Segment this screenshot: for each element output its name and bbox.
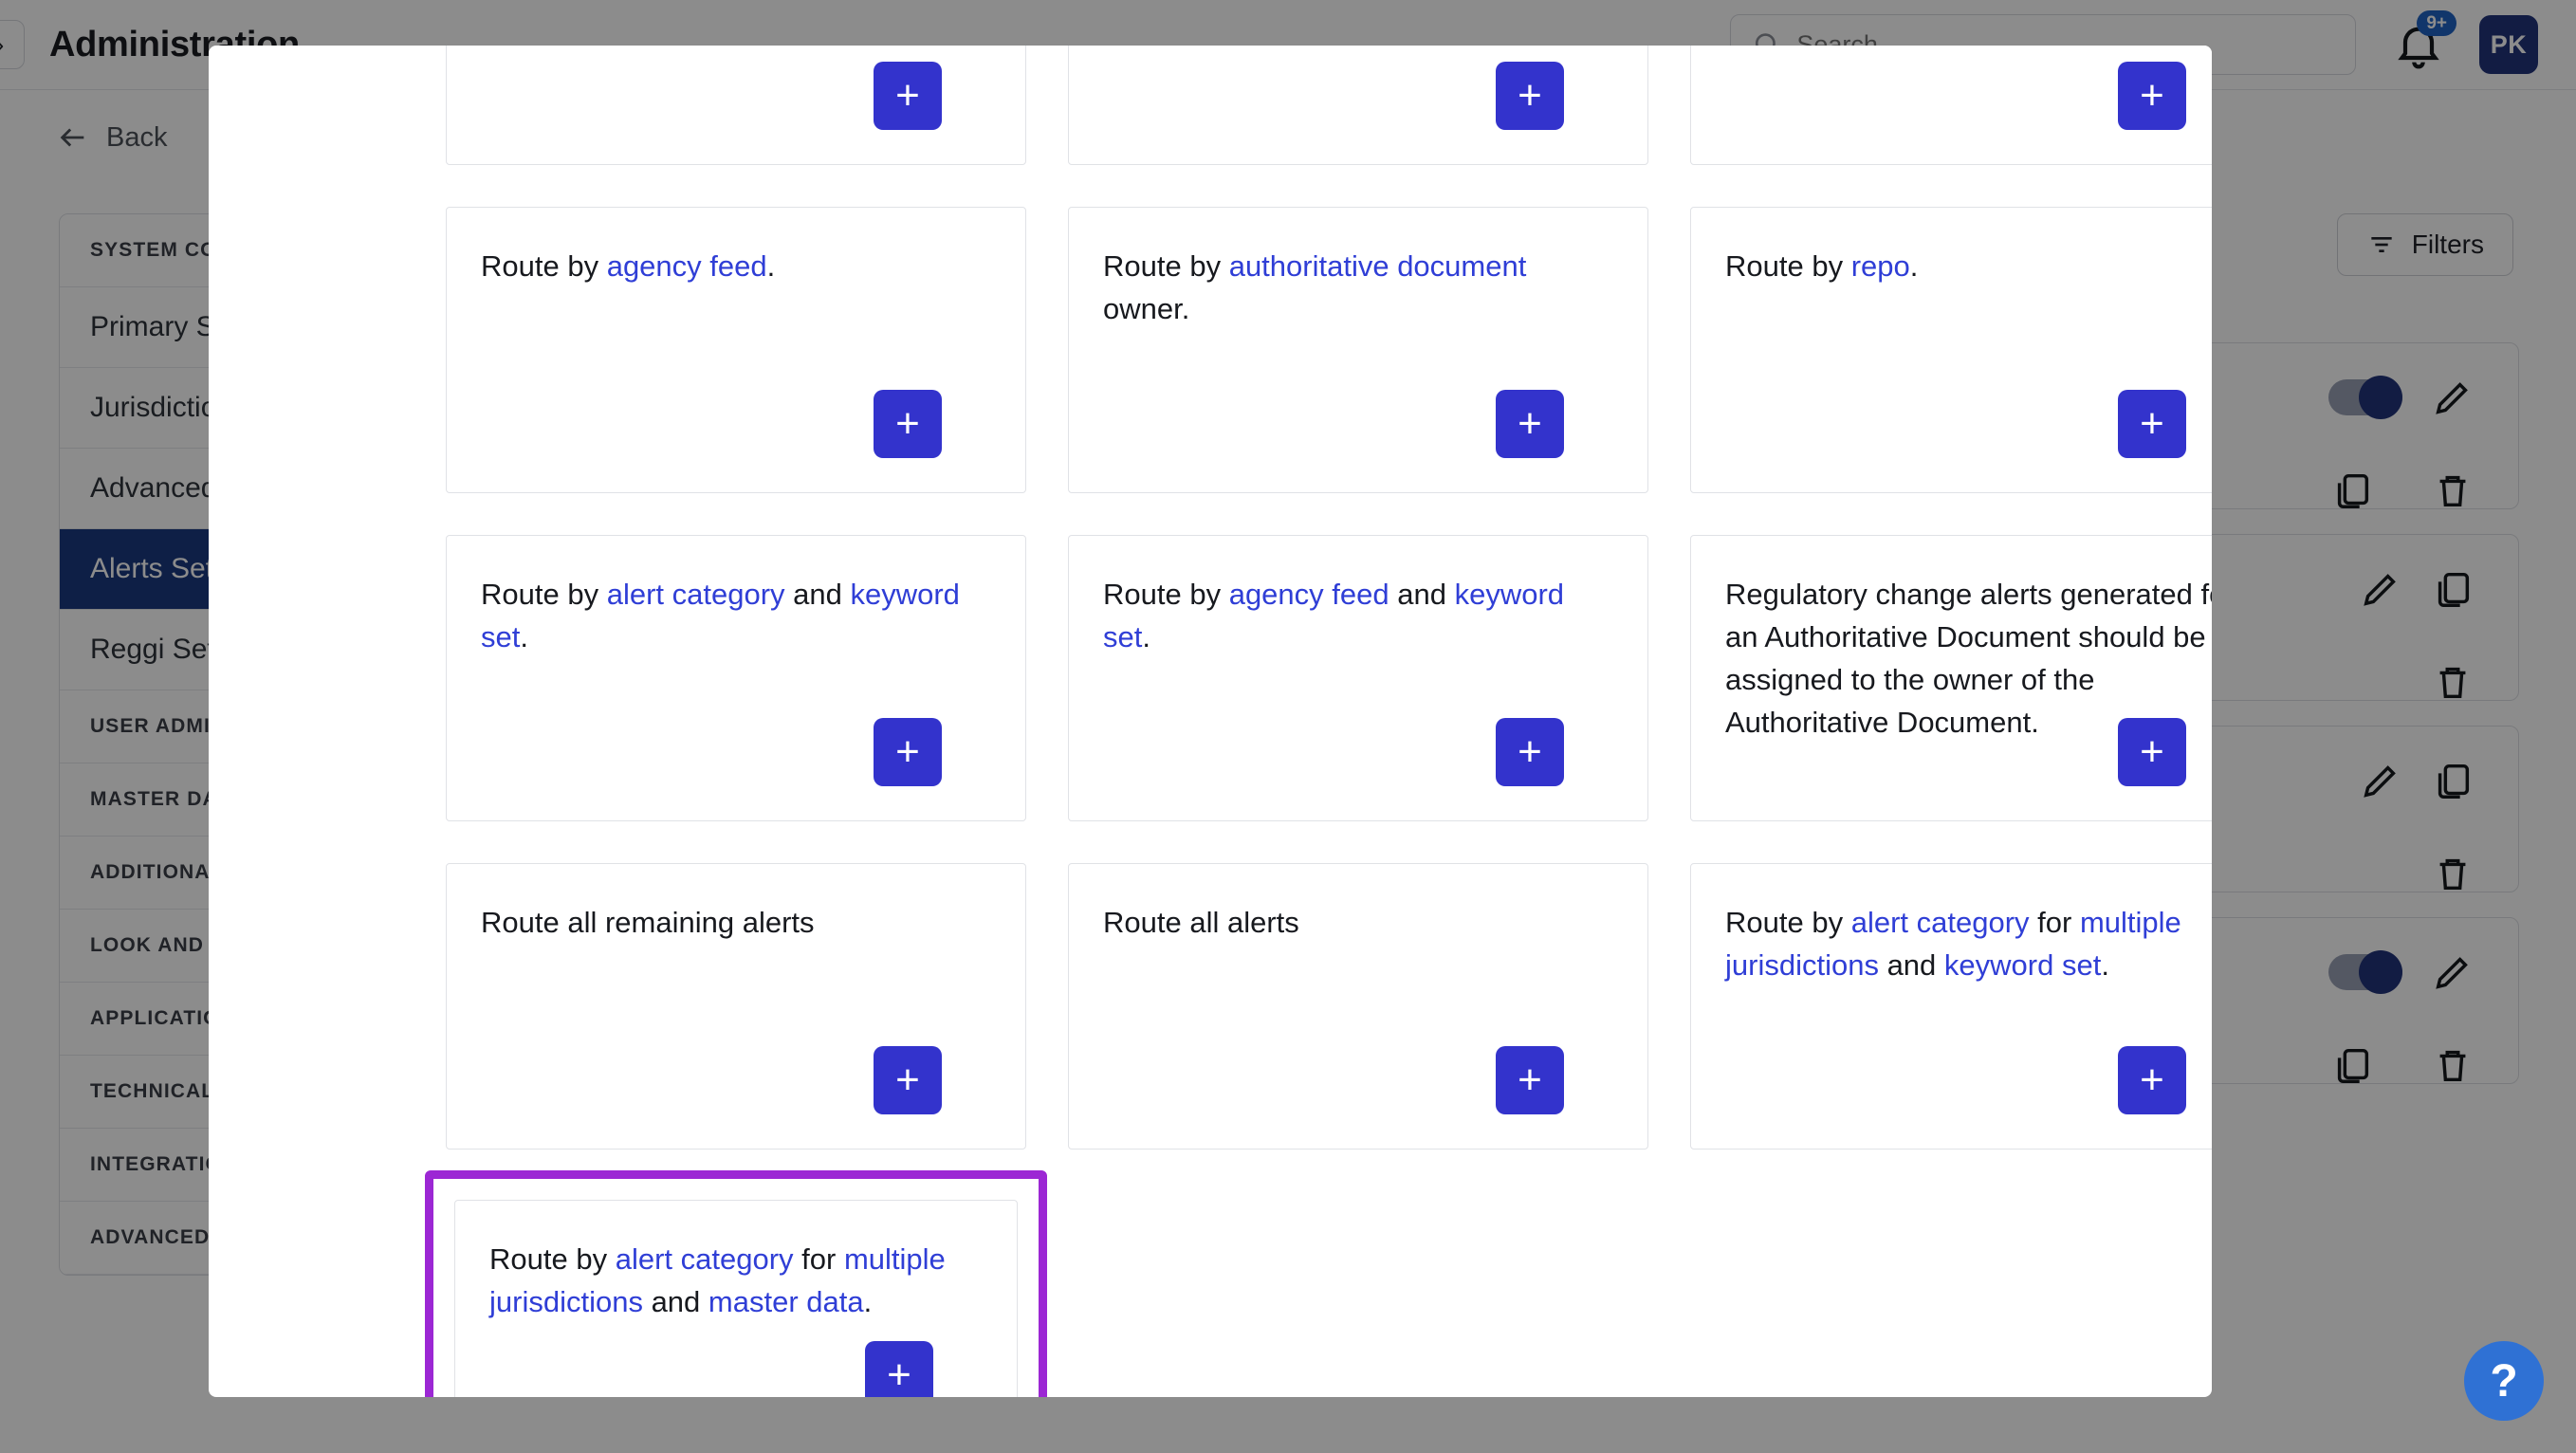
- add-rule-template-button[interactable]: +: [865, 1341, 933, 1397]
- rule-template-text: .: [1142, 619, 1150, 653]
- rule-template-token[interactable]: authoritative document: [1229, 249, 1527, 283]
- rule-template-description: Route by agency feed.: [481, 246, 991, 288]
- rule-template-description: Route by agency feed and keyword set.: [1103, 574, 1613, 659]
- rule-template-description: Route by alert category and keyword set.: [481, 574, 991, 659]
- rule-template-text: and: [784, 578, 851, 611]
- add-rule-template-button[interactable]: +: [2118, 62, 2186, 130]
- rule-template-grid: + + + Route by agency feed. + Route by author…: [425, 46, 2212, 1397]
- rule-template-card[interactable]: Route all alerts +: [1068, 863, 1648, 1150]
- rule-template-text: Route by: [1725, 249, 1851, 283]
- rule-template-card[interactable]: Route by agency feed and keyword set. +: [1068, 535, 1648, 821]
- rule-template-text: and: [1878, 947, 1944, 982]
- rule-template-card[interactable]: Route by repo. +: [1690, 207, 2212, 493]
- rule-template-text: Route by: [1103, 249, 1229, 283]
- add-rule-template-button[interactable]: +: [874, 1046, 942, 1114]
- rule-template-description: Route by authoritative document owner.: [1103, 246, 1613, 331]
- rule-template-text: .: [766, 249, 776, 283]
- rule-template-description: Route all remaining alerts: [481, 902, 991, 945]
- rule-template-token[interactable]: keyword set: [1944, 948, 2101, 982]
- rule-template-picker-dialog: + + + Route by agency feed. + Route by author…: [209, 46, 2212, 1397]
- rule-template-text: Route all remaining alerts: [481, 906, 815, 939]
- rule-template-text: Route by: [481, 578, 607, 611]
- rule-template-text: .: [520, 619, 528, 653]
- rule-template-text: Regulatory change alerts generated for a…: [1725, 578, 2212, 739]
- rule-template-text: Route by: [489, 1242, 616, 1276]
- add-rule-template-button[interactable]: +: [874, 718, 942, 786]
- rule-template-grid-wrapper: + + + Route by agency feed. + Route by author…: [209, 46, 2212, 1397]
- rule-template-text: and: [642, 1284, 708, 1318]
- rule-template-text: .: [2101, 947, 2109, 982]
- rule-template-text: Route by: [1103, 578, 1229, 611]
- rule-template-card[interactable]: +: [1690, 46, 2212, 165]
- add-rule-template-button[interactable]: +: [2118, 1046, 2186, 1114]
- rule-template-text: .: [1909, 249, 1919, 283]
- add-rule-template-button[interactable]: +: [1496, 62, 1564, 130]
- rule-template-description: Route by alert category for multiple jur…: [489, 1239, 983, 1324]
- rule-template-text: Route all alerts: [1103, 906, 1299, 939]
- add-rule-template-button[interactable]: +: [2118, 718, 2186, 786]
- rule-template-token[interactable]: master data: [708, 1285, 864, 1318]
- rule-template-token[interactable]: agency feed: [1229, 578, 1389, 611]
- rule-template-card[interactable]: Route all remaining alerts +: [446, 863, 1026, 1150]
- rule-template-token[interactable]: alert category: [607, 578, 785, 611]
- rule-template-text: .: [863, 1284, 873, 1318]
- rule-template-token[interactable]: repo: [1851, 249, 1910, 283]
- rule-template-text: owner.: [1103, 291, 1190, 325]
- rule-template-description: Route all alerts: [1103, 902, 1613, 945]
- rule-template-card[interactable]: Route by alert category for multiple jur…: [1690, 863, 2212, 1150]
- rule-template-text: for: [793, 1242, 844, 1276]
- highlight-annotation: Route by alert category for multiple jur…: [425, 1170, 1047, 1397]
- rule-template-description: Route by alert category for multiple jur…: [1725, 902, 2212, 987]
- add-rule-template-button[interactable]: +: [1496, 390, 1564, 458]
- add-rule-template-button[interactable]: +: [1496, 718, 1564, 786]
- rule-template-card[interactable]: Route by alert category for multiple jur…: [454, 1200, 1018, 1397]
- rule-template-description: Route by repo.: [1725, 246, 2212, 288]
- rule-template-text: Route by: [481, 249, 607, 283]
- question-mark-icon: ?: [2490, 1355, 2518, 1407]
- add-rule-template-button[interactable]: +: [874, 62, 942, 130]
- rule-template-token[interactable]: agency feed: [607, 249, 767, 283]
- add-rule-template-button[interactable]: +: [2118, 390, 2186, 458]
- add-rule-template-button[interactable]: +: [874, 390, 942, 458]
- rule-template-card[interactable]: Route by alert category and keyword set.…: [446, 535, 1026, 821]
- rule-template-card[interactable]: Regulatory change alerts generated for a…: [1690, 535, 2212, 821]
- rule-template-token[interactable]: alert category: [1851, 906, 2030, 939]
- help-button[interactable]: ?: [2464, 1341, 2544, 1421]
- rule-template-token[interactable]: alert category: [616, 1242, 794, 1276]
- rule-template-card[interactable]: Route by authoritative document owner. +: [1068, 207, 1648, 493]
- rule-template-text: and: [1389, 578, 1455, 611]
- rule-template-text: Route by: [1725, 906, 1851, 939]
- rule-template-text: for: [2029, 906, 2080, 939]
- rule-template-card[interactable]: Route by agency feed. +: [446, 207, 1026, 493]
- rule-template-card[interactable]: +: [1068, 46, 1648, 165]
- rule-template-card[interactable]: +: [446, 46, 1026, 165]
- add-rule-template-button[interactable]: +: [1496, 1046, 1564, 1114]
